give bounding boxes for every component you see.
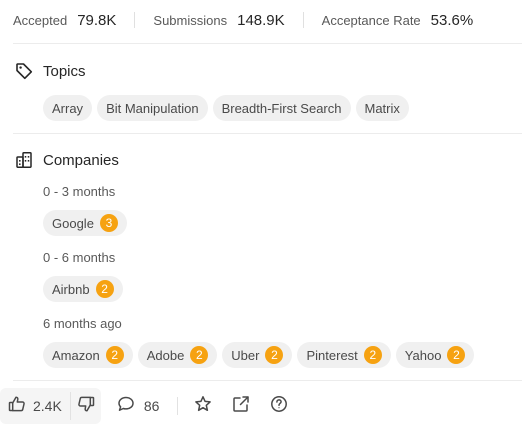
company-chip[interactable]: Uber 2 — [222, 342, 293, 368]
footer-divider — [177, 397, 179, 415]
acceptance-rate-value: 53.6% — [430, 11, 474, 29]
like-button[interactable]: 2.4K — [8, 392, 70, 420]
company-chip[interactable]: Amazon 2 — [43, 342, 133, 368]
company-count-badge: 2 — [95, 280, 114, 298]
share-button[interactable] — [232, 395, 250, 418]
company-count-badge: 2 — [363, 346, 382, 364]
action-bar: 2.4K 86 — [0, 388, 288, 424]
stat-divider — [302, 12, 304, 28]
help-button[interactable] — [270, 395, 288, 418]
building-icon — [15, 151, 33, 169]
company-chip[interactable]: Adobe 2 — [137, 342, 218, 368]
acceptance-rate-label: Acceptance Rate — [321, 12, 421, 28]
accepted-label: Accepted — [13, 12, 68, 28]
company-chip[interactable]: Airbnb 2 — [43, 276, 123, 302]
favorite-button[interactable] — [194, 395, 212, 418]
submissions-stat: Submissions 148.9K — [153, 12, 284, 29]
company-chip[interactable]: Pinterest 2 — [297, 342, 391, 368]
help-icon — [270, 395, 288, 418]
company-name: Amazon — [52, 347, 100, 363]
company-count-badge: 2 — [447, 346, 466, 364]
star-icon — [194, 395, 212, 418]
company-count-badge: 2 — [190, 346, 209, 364]
submissions-label: Submissions — [153, 12, 228, 28]
topics-chip-row: Array Bit Manipulation Breadth-First Sea… — [43, 95, 409, 121]
stats-bar: Accepted 79.8K Submissions 148.9K Accept… — [13, 8, 473, 32]
like-count: 2.4K — [33, 398, 62, 414]
period-label: 0 - 3 months — [43, 184, 116, 199]
company-chip-row: Amazon 2 Adobe 2 Uber 2 Pinterest 2 Yaho… — [43, 342, 475, 368]
thumbs-up-icon — [8, 395, 26, 418]
share-icon — [232, 395, 250, 418]
company-name: Uber — [231, 347, 260, 363]
topics-title: Topics — [43, 62, 86, 80]
vote-group: 2.4K — [0, 388, 101, 424]
company-name: Google — [52, 215, 94, 231]
company-chip-row: Airbnb 2 — [43, 276, 123, 302]
dislike-button[interactable] — [69, 392, 95, 420]
stat-divider — [134, 12, 136, 28]
accepted-stat: Accepted 79.8K — [13, 12, 116, 29]
thumbs-down-icon — [77, 395, 95, 418]
company-count-badge: 3 — [99, 214, 118, 232]
comment-count: 86 — [143, 398, 160, 414]
company-chip[interactable]: Google 3 — [43, 210, 127, 236]
comment-icon — [117, 395, 135, 418]
company-chip[interactable]: Yahoo 2 — [395, 342, 475, 368]
section-divider — [13, 43, 522, 44]
topic-chip[interactable]: Array — [43, 95, 93, 121]
company-chip-row: Google 3 — [43, 210, 127, 236]
comments-button[interactable]: 86 — [117, 395, 160, 418]
period-label: 0 - 6 months — [43, 250, 116, 265]
submissions-value: 148.9K — [237, 11, 285, 29]
section-divider — [13, 380, 522, 381]
companies-title: Companies — [43, 151, 119, 169]
company-count-badge: 2 — [265, 346, 284, 364]
topic-chip[interactable]: Matrix — [355, 95, 409, 121]
company-name: Pinterest — [306, 347, 358, 363]
section-divider — [13, 133, 522, 134]
accepted-value: 79.8K — [77, 11, 117, 29]
topic-chip[interactable]: Bit Manipulation — [97, 95, 208, 121]
company-name: Airbnb — [52, 281, 90, 297]
topic-chip[interactable]: Breadth-First Search — [212, 95, 351, 121]
companies-header[interactable]: Companies — [15, 151, 119, 169]
company-name: Adobe — [146, 347, 185, 363]
acceptance-rate-stat: Acceptance Rate 53.6% — [322, 12, 474, 29]
tag-icon — [15, 62, 33, 80]
company-name: Yahoo — [404, 347, 442, 363]
period-label: 6 months ago — [43, 316, 122, 331]
company-count-badge: 2 — [105, 346, 124, 364]
topics-header[interactable]: Topics — [15, 62, 86, 80]
